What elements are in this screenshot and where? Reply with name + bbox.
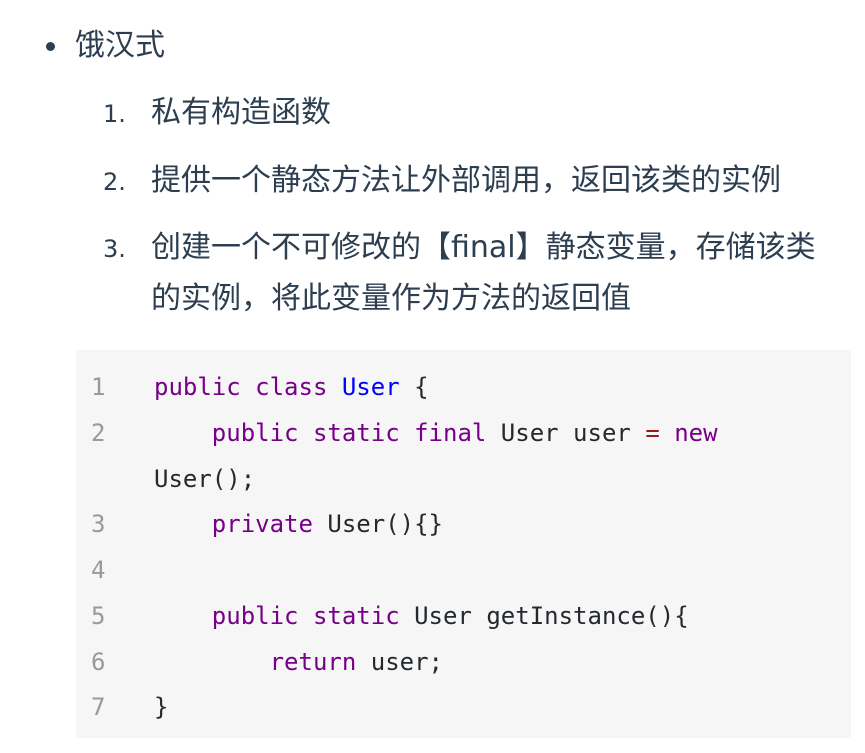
code-token: user; <box>356 648 443 676</box>
code-text: private User(){} <box>154 501 443 547</box>
list-item-1: 1. 私有构造函数 <box>103 87 858 140</box>
code-keyword: public <box>211 419 299 447</box>
list-number: 2. <box>103 168 126 196</box>
code-keyword: public <box>211 602 299 630</box>
line-number: 6 <box>91 648 106 676</box>
code-block: 1 public class User { 2 public static fi… <box>76 350 851 738</box>
code-keyword: private <box>211 510 313 538</box>
code-text: } <box>154 684 168 730</box>
line-number: 2 <box>91 419 106 447</box>
code-token: } <box>154 693 169 721</box>
code-text: User(); <box>154 456 255 502</box>
list-text-line: 的实例，将此变量作为方法的返回值 <box>151 281 631 316</box>
code-line: 6 return user; <box>76 639 443 685</box>
code-keyword: static <box>312 419 400 447</box>
code-keyword: public <box>154 373 241 401</box>
list-item-2: 2. 提供一个静态方法让外部调用，返回该类的实例 <box>103 155 858 208</box>
code-token: { <box>399 373 429 401</box>
list-text: 创建一个不可修改的【final】静态变量，存储该类 的实例，将此变量作为方法的返… <box>151 222 816 324</box>
code-text: public class User { <box>154 364 429 410</box>
line-number: 1 <box>91 373 106 401</box>
code-operator: = <box>645 419 660 447</box>
code-token: User(); <box>154 465 256 493</box>
list-text: 提供一个静态方法让外部调用，返回该类的实例 <box>151 155 781 208</box>
code-token: User getInstance(){ <box>399 602 689 630</box>
code-text: public static User getInstance(){ <box>154 593 689 639</box>
line-number: 7 <box>91 693 106 721</box>
line-number: 5 <box>91 602 106 630</box>
bullet-text: 饿汉式 <box>75 28 165 63</box>
code-keyword: static <box>312 602 400 630</box>
code-line: 1 public class User { <box>76 364 429 410</box>
code-token: User user <box>486 419 646 447</box>
list-item-3: 3. 创建一个不可修改的【final】静态变量，存储该类 的实例，将此变量作为方… <box>103 222 858 324</box>
code-class-name: User <box>341 373 400 401</box>
code-text: return user; <box>154 639 443 685</box>
code-keyword: class <box>255 373 328 401</box>
bullet-dot-icon <box>46 41 55 51</box>
list-number: 3. <box>103 235 126 263</box>
code-line: 2 public static final User user = new <box>76 410 718 456</box>
code-keyword: new <box>674 419 718 447</box>
code-line: 7 } <box>76 684 168 730</box>
line-number: 4 <box>91 556 106 584</box>
code-token: User(){} <box>312 510 443 538</box>
list-text-line: 提供一个静态方法让外部调用，返回该类的实例 <box>151 163 781 198</box>
line-number-blank <box>76 456 154 502</box>
code-text: public static final User user = new <box>154 410 718 456</box>
code-line: 3 private User(){} <box>76 501 443 547</box>
list-text: 私有构造函数 <box>151 87 331 140</box>
code-line: 4 <box>76 547 154 593</box>
list-text-line: 私有构造函数 <box>151 95 331 130</box>
line-number: 3 <box>91 510 106 538</box>
bullet-item: 饿汉式 <box>46 22 165 70</box>
list-number: 1. <box>103 100 126 128</box>
code-keyword: return <box>269 648 357 676</box>
code-line: 5 public static User getInstance(){ <box>76 593 689 639</box>
code-keyword: final <box>414 419 487 447</box>
code-line-wrapped: User(); <box>76 456 255 502</box>
list-text-line: 创建一个不可修改的【final】静态变量，存储该类 <box>151 230 816 265</box>
